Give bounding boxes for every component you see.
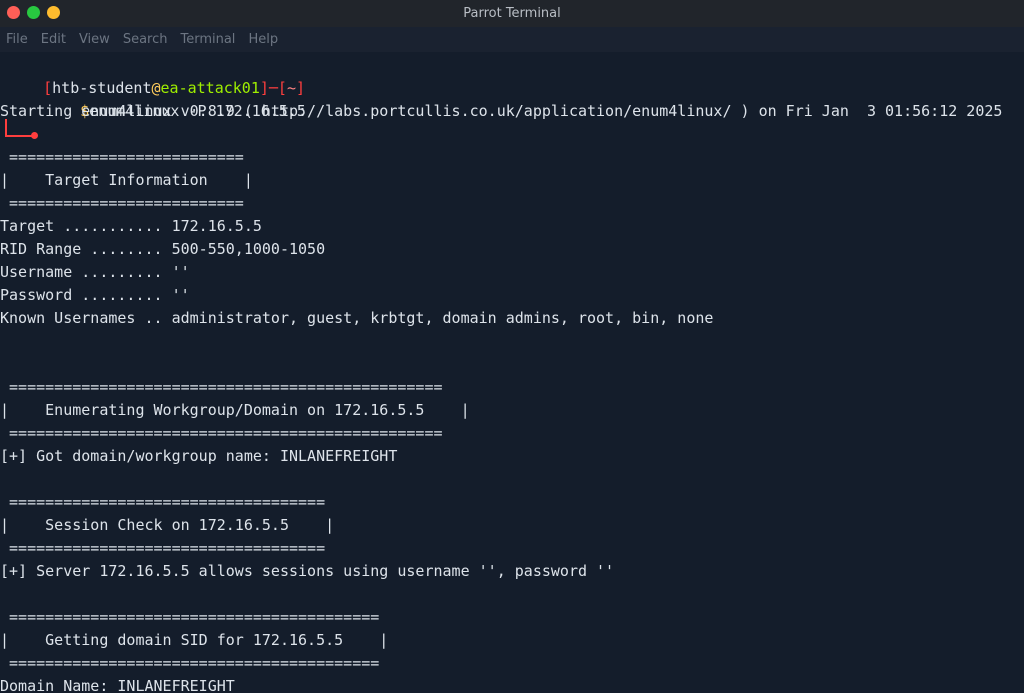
menu-help[interactable]: Help (248, 32, 278, 47)
output-line: ========================== (0, 194, 244, 212)
menu-file[interactable]: File (6, 32, 28, 47)
prompt-arrow-icon (31, 132, 38, 139)
output-line: Domain Name: INLANEFREIGHT (0, 677, 235, 693)
menu-view[interactable]: View (79, 32, 110, 47)
terminal-area[interactable]: [htb-student@ea-attack01]─[~] $enum4linu… (0, 54, 1024, 693)
command-line: $enum4linux -P 172.16.5.5 (44, 77, 306, 120)
output-line: | Target Information | (0, 171, 253, 189)
output-line: Username ......... '' (0, 263, 190, 281)
output-line: RID Range ........ 500-550,1000-1050 (0, 240, 326, 258)
output-line: =================================== (0, 539, 326, 557)
menu-terminal[interactable]: Terminal (180, 32, 235, 47)
menubar: File Edit View Search Terminal Help (0, 27, 1024, 52)
output-line: Known Usernames .. administrator, guest,… (0, 309, 714, 327)
prompt-line: [htb-student@ea-attack01]─[~] (7, 54, 305, 97)
output-line: ========================================… (0, 654, 380, 672)
output-line: Password ......... '' (0, 286, 190, 304)
menu-edit[interactable]: Edit (41, 32, 66, 47)
output-line: ========================================… (0, 378, 443, 396)
output-line: Target ........... 172.16.5.5 (0, 217, 262, 235)
output-line: | Getting domain SID for 172.16.5.5 | (0, 631, 389, 649)
output-line: ========================================… (0, 424, 443, 442)
window-titlebar: Parrot Terminal (0, 0, 1024, 27)
output-line: | Enumerating Workgroup/Domain on 172.16… (0, 401, 470, 419)
output-line: | Session Check on 172.16.5.5 | (0, 516, 335, 534)
output-line: [+] Server 172.16.5.5 allows sessions us… (0, 562, 615, 580)
output-line: ========================================… (0, 608, 380, 626)
prompt-connector-arrow (5, 135, 33, 137)
menu-search[interactable]: Search (123, 32, 168, 47)
output-line: ========================== (0, 148, 244, 166)
output-line: [+] Got domain/workgroup name: INLANEFRE… (0, 447, 398, 465)
output-line: =================================== (0, 493, 326, 511)
output-line: Starting enum4linux v0.8.9 ( http://labs… (0, 102, 1003, 120)
window-title: Parrot Terminal (463, 6, 561, 21)
